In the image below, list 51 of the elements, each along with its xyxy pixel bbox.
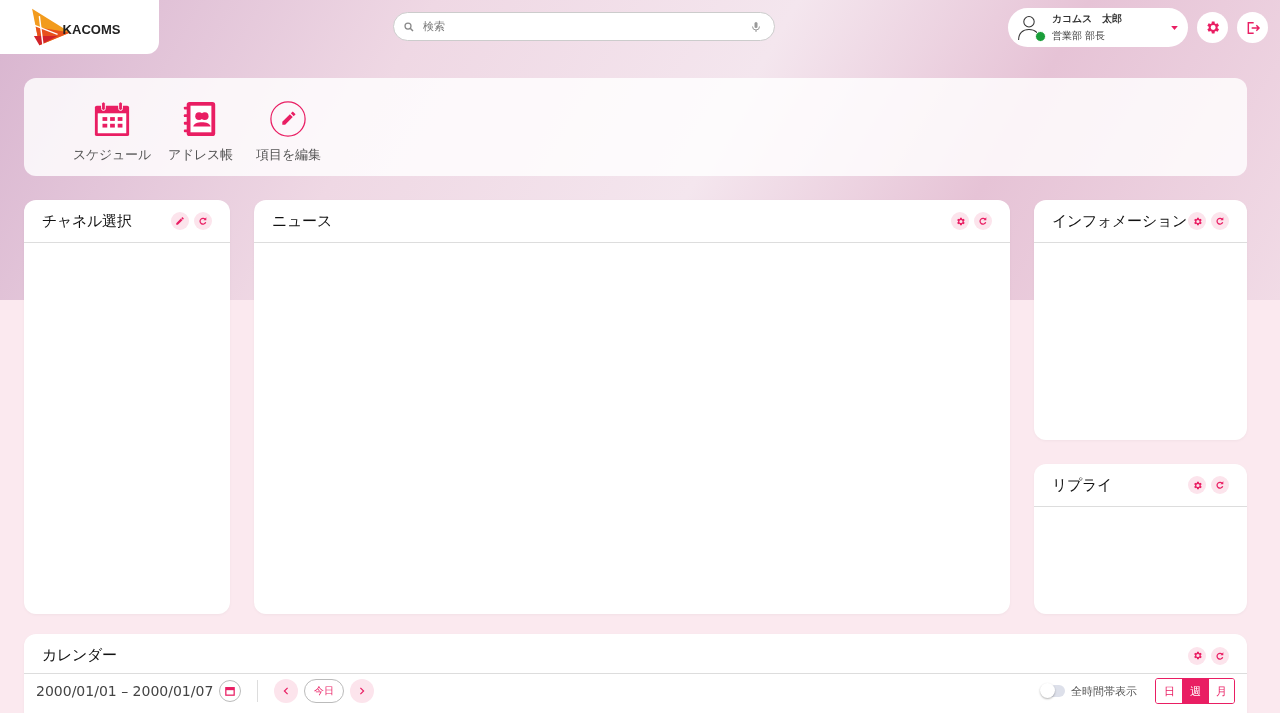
search-bar[interactable]: 検索 (393, 12, 775, 41)
search-field[interactable]: 検索 (421, 19, 744, 34)
pencil-icon (175, 216, 185, 226)
pencil-circle-icon (269, 100, 307, 138)
refresh-icon (198, 216, 208, 226)
chevron-left-icon (282, 687, 291, 695)
calendar-icon (93, 100, 131, 138)
toggle-label: 全時間帯表示 (1071, 683, 1137, 699)
user-name: カコムス 太郎 (1052, 12, 1123, 26)
settings-icon (1191, 479, 1203, 491)
shortcut-button[interactable]: スケジュール (72, 100, 152, 164)
refresh-button[interactable] (194, 212, 212, 230)
today-button[interactable]: 今日 (304, 679, 345, 703)
date-range: 2000/01/01 – 2000/01/07 (36, 683, 214, 699)
widget-title: リプライ (1052, 475, 1113, 495)
widget-title: ニュース (272, 211, 333, 231)
refresh-button[interactable] (1211, 646, 1229, 665)
refresh-button[interactable] (974, 212, 992, 230)
settings-icon (954, 215, 966, 227)
settings-button[interactable] (1188, 646, 1206, 665)
dropdown-caret-icon (1171, 25, 1178, 30)
calendar-title: カレンダー (42, 646, 118, 665)
view-tab[interactable]: 月 (1208, 679, 1234, 703)
settings-button[interactable] (1188, 212, 1206, 230)
date-picker-button[interactable] (219, 680, 242, 702)
chevron-right-icon (358, 687, 367, 695)
settings-button[interactable] (1188, 476, 1206, 494)
logo-text: KACOMS (62, 21, 121, 37)
refresh-button[interactable] (1211, 476, 1229, 494)
refresh-icon (1215, 650, 1225, 661)
widget-title: インフォメーション (1052, 211, 1188, 231)
search-icon (403, 20, 415, 33)
toggle-switch[interactable] (1041, 685, 1065, 697)
view-tab[interactable]: 週 (1182, 679, 1208, 703)
calendar-icon (225, 686, 236, 696)
refresh-button[interactable] (1211, 212, 1229, 230)
refresh-icon (978, 216, 988, 226)
shortcut-button[interactable]: 項目を編集 (248, 100, 328, 164)
settings-icon (1204, 19, 1221, 36)
microphone-icon[interactable] (750, 20, 762, 33)
widget-title: チャネル選択 (42, 211, 133, 231)
refresh-icon (1215, 480, 1225, 490)
refresh-icon (1215, 216, 1225, 226)
user-title: 営業部 部長 (1052, 28, 1107, 43)
user-menu[interactable]: カコムス 太郎 営業部 部長 (1008, 8, 1188, 47)
settings-icon (1191, 215, 1203, 227)
shortcut-button[interactable]: アドレス帳 (160, 100, 240, 164)
settings-button[interactable] (951, 212, 969, 230)
edit-button[interactable] (171, 212, 189, 230)
logo[interactable]: KACOMS (0, 0, 159, 54)
settings-icon (1191, 650, 1203, 661)
